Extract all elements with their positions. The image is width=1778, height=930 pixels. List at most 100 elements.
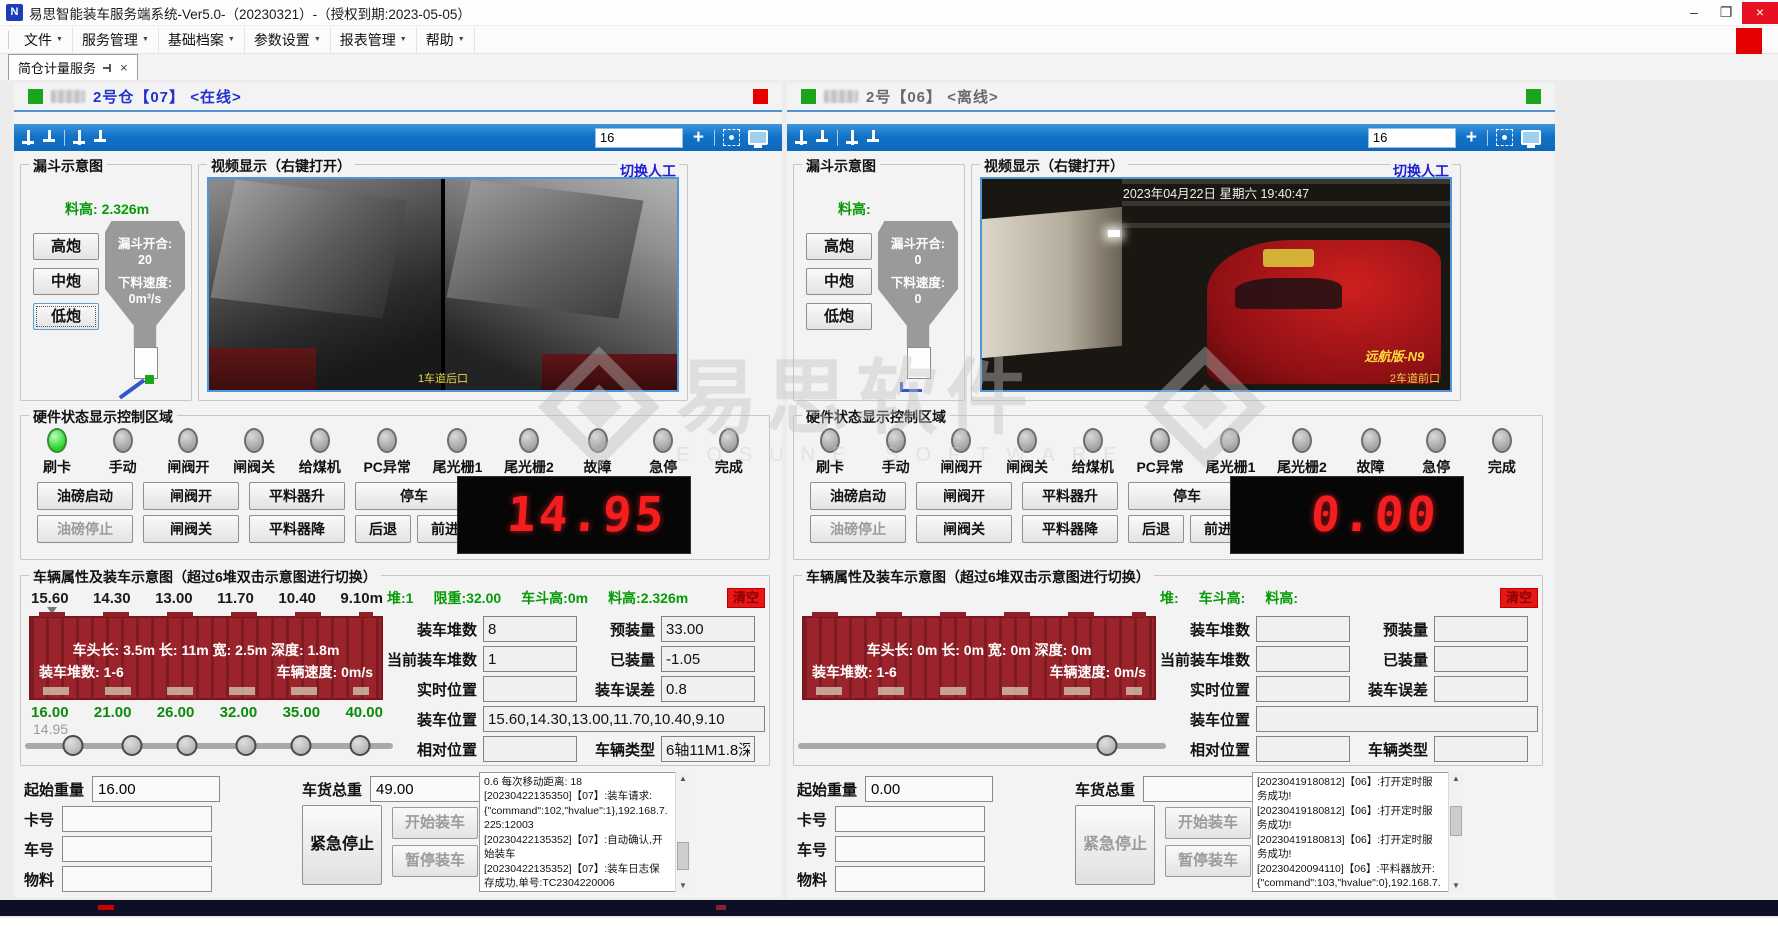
target-icon[interactable]: [1496, 129, 1513, 146]
start-loading-button[interactable]: 开始装车: [1165, 807, 1251, 839]
scroll-thumb[interactable]: [677, 842, 689, 870]
scale-start-button[interactable]: 油磅启动: [810, 482, 906, 510]
card-no-input[interactable]: [835, 806, 985, 832]
scroll-thumb[interactable]: [1450, 806, 1462, 836]
slider-thumb[interactable]: [349, 735, 370, 756]
log-output[interactable]: 0.6 每次移动距离: 18 [20230422135350]【07】:装车请求…: [479, 772, 690, 892]
menu-file[interactable]: 文件▼: [15, 27, 73, 53]
menu-service-mgmt[interactable]: 服务管理▼: [73, 27, 159, 53]
truck-diagram[interactable]: 车头长: 0m 长: 0m 宽: 0m 深度: 0m 装车堆数: 1-6 车辆速…: [802, 616, 1156, 700]
slider-thumb[interactable]: [291, 735, 312, 756]
relative-pos-input[interactable]: [483, 736, 577, 762]
pipe-tool-icon[interactable]: [867, 130, 880, 145]
card-no-input[interactable]: [62, 806, 212, 832]
clear-button[interactable]: 清空: [1500, 588, 1538, 608]
restore-button[interactable]: ❐: [1710, 2, 1742, 24]
current-pile-input[interactable]: [483, 646, 577, 672]
log-output[interactable]: [20230419180812]【06】:打开定时服务成功! [20230419…: [1252, 772, 1463, 892]
emergency-stop-button[interactable]: 紧急停止: [1075, 805, 1155, 885]
leveler-up-button[interactable]: 平料器升: [249, 482, 345, 510]
monitor-icon[interactable]: [1521, 130, 1541, 145]
mid-cannon-button[interactable]: 中炮: [33, 268, 99, 295]
high-cannon-button[interactable]: 高炮: [33, 233, 99, 260]
menu-help[interactable]: 帮助▼: [417, 27, 475, 53]
preload-input[interactable]: [1434, 616, 1528, 642]
menu-report-mgmt[interactable]: 报表管理▼: [331, 27, 417, 53]
gate-tool-icon[interactable]: [846, 130, 859, 145]
close-button[interactable]: ×: [1742, 2, 1778, 24]
current-pile-input[interactable]: [1256, 646, 1350, 672]
low-cannon-button[interactable]: 低炮: [33, 303, 99, 330]
pipe-tool-icon[interactable]: [94, 130, 107, 145]
load-error-input[interactable]: [661, 676, 755, 702]
slider-thumb[interactable]: [121, 735, 142, 756]
video-feed[interactable]: 远航版-N9 2023年04月22日 星期六 19:40:47 2车道前口: [980, 177, 1452, 392]
slider-thumb[interactable]: [176, 735, 197, 756]
plus-icon[interactable]: +: [691, 129, 706, 147]
load-pos-input[interactable]: [1256, 706, 1538, 732]
gate-open-button[interactable]: 闸阀开: [916, 482, 1012, 510]
menu-parameter-settings[interactable]: 参数设置▼: [245, 27, 331, 53]
vehicle-type-input[interactable]: [1434, 736, 1528, 762]
truck-no-input[interactable]: [835, 836, 985, 862]
load-pos-input[interactable]: [483, 706, 765, 732]
gate-tool-icon[interactable]: [795, 130, 808, 145]
vehicle-type-input[interactable]: [661, 736, 755, 762]
start-weight-input[interactable]: [865, 776, 993, 802]
scroll-up-icon[interactable]: ▲: [1449, 772, 1463, 785]
preload-input[interactable]: [661, 616, 755, 642]
leveler-down-button[interactable]: 平料器降: [1022, 515, 1118, 543]
mid-cannon-button[interactable]: 中炮: [806, 268, 872, 295]
tab-silo-metering[interactable]: 简仓计量服务 ×: [8, 54, 138, 80]
gate-close-button[interactable]: 闸阀关: [143, 515, 239, 543]
scrollbar[interactable]: ▲ ▼: [1448, 772, 1463, 892]
start-loading-button[interactable]: 开始装车: [392, 807, 478, 839]
start-weight-input[interactable]: [92, 776, 220, 802]
tab-close-icon[interactable]: ×: [120, 63, 128, 73]
slider-thumb[interactable]: [235, 735, 256, 756]
open-amount-input[interactable]: [595, 128, 683, 148]
load-error-input[interactable]: [1434, 676, 1528, 702]
reverse-button[interactable]: 后退: [1128, 515, 1184, 543]
gate-close-button[interactable]: 闸阀关: [916, 515, 1012, 543]
loaded-input[interactable]: [1434, 646, 1528, 672]
scroll-up-icon[interactable]: ▲: [676, 772, 690, 785]
stop-vehicle-button[interactable]: 停车: [355, 482, 473, 510]
video-feed[interactable]: 1车道后口: [207, 177, 679, 392]
leveler-down-button[interactable]: 平料器降: [249, 515, 345, 543]
relative-pos-input[interactable]: [1256, 736, 1350, 762]
leveler-up-button[interactable]: 平料器升: [1022, 482, 1118, 510]
low-cannon-button[interactable]: 低炮: [806, 303, 872, 330]
gate-open-button[interactable]: 闸阀开: [143, 482, 239, 510]
pause-loading-button[interactable]: 暂停装车: [392, 845, 478, 877]
truck-diagram[interactable]: 车头长: 3.5m 长: 11m 宽: 2.5m 深度: 1.8m 装车堆数: …: [29, 616, 383, 700]
plus-icon[interactable]: +: [1464, 129, 1479, 147]
material-input[interactable]: [62, 866, 212, 892]
scroll-down-icon[interactable]: ▼: [676, 879, 690, 892]
realtime-pos-input[interactable]: [1256, 676, 1350, 702]
clear-button[interactable]: 清空: [727, 588, 765, 608]
loaded-input[interactable]: [661, 646, 755, 672]
slider-thumb[interactable]: [1097, 735, 1118, 756]
reverse-button[interactable]: 后退: [355, 515, 411, 543]
pipe-tool-icon[interactable]: [43, 130, 56, 145]
menu-base-archive[interactable]: 基础档案▼: [159, 27, 245, 53]
gate-tool-icon[interactable]: [22, 130, 35, 145]
piles-input[interactable]: [1256, 616, 1350, 642]
scale-stop-button[interactable]: 油磅停止: [37, 515, 133, 543]
scale-start-button[interactable]: 油磅启动: [37, 482, 133, 510]
scroll-down-icon[interactable]: ▼: [1449, 879, 1463, 892]
pin-icon[interactable]: [103, 63, 113, 73]
monitor-icon[interactable]: [748, 130, 768, 145]
minimize-button[interactable]: –: [1678, 2, 1710, 24]
open-amount-input[interactable]: [1368, 128, 1456, 148]
material-input[interactable]: [835, 866, 985, 892]
gate-tool-icon[interactable]: [73, 130, 86, 145]
high-cannon-button[interactable]: 高炮: [806, 233, 872, 260]
stop-vehicle-button[interactable]: 停车: [1128, 482, 1246, 510]
pause-loading-button[interactable]: 暂停装车: [1165, 845, 1251, 877]
piles-input[interactable]: [483, 616, 577, 642]
scale-stop-button[interactable]: 油磅停止: [810, 515, 906, 543]
slider-thumb[interactable]: [62, 735, 83, 756]
target-icon[interactable]: [723, 129, 740, 146]
